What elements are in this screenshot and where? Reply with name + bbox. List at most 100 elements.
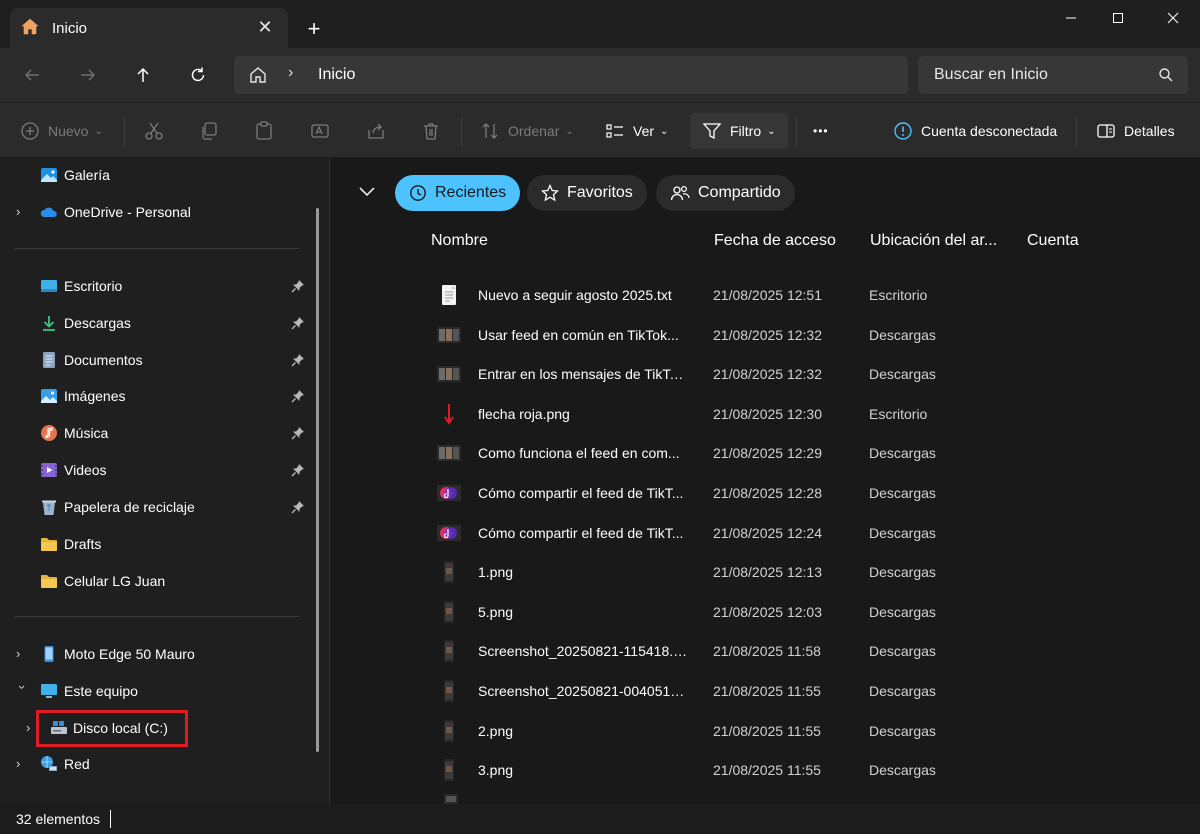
search-box[interactable]: Buscar en Inicio <box>918 56 1188 94</box>
refresh-button[interactable] <box>182 60 214 90</box>
sidebar-divider <box>14 616 299 617</box>
table-row[interactable]: Screenshot_20250821-115418.Ti... 21/08/20… <box>331 631 1200 671</box>
sidebar-item-celular-lg-juan[interactable]: Celular LG Juan <box>0 565 312 597</box>
forward-button[interactable] <box>72 60 104 90</box>
search-input[interactable]: Buscar en Inicio <box>934 66 1048 84</box>
up-button[interactable] <box>127 60 159 90</box>
rename-button[interactable] <box>310 113 330 149</box>
pin-icon[interactable] <box>291 463 305 477</box>
file-date: 21/08/2025 12:29 <box>713 445 822 462</box>
share-button[interactable] <box>366 113 386 149</box>
sidebar-item-onedrive[interactable]: › OneDrive - Personal <box>0 196 312 228</box>
file-date: 21/08/2025 12:03 <box>713 603 822 620</box>
chevron-down-icon: ⌄ <box>767 125 776 137</box>
status-bar: 32 elementos <box>0 804 1200 834</box>
copy-button[interactable] <box>199 113 219 149</box>
details-label: Detalles <box>1124 123 1175 139</box>
pictures-icon <box>41 389 57 403</box>
command-bar: Nuevo ⌄ Ordenar ⌄ Ver ⌄ Filtro ⌄ ••• Cue… <box>0 102 1200 158</box>
chevron-right-icon[interactable]: › <box>288 64 293 82</box>
cut-button[interactable] <box>144 113 164 149</box>
pin-icon[interactable] <box>291 353 305 367</box>
sidebar-item-gallery[interactable]: Galería <box>0 159 312 191</box>
table-row[interactable]: Screenshot_20250821-004051.Ti... 21/08/20… <box>331 671 1200 711</box>
table-row[interactable]: Como funciona el feed en com... 21/08/202… <box>331 433 1200 473</box>
chevron-right-icon[interactable]: › <box>16 756 28 772</box>
maximize-button[interactable] <box>1095 0 1141 36</box>
sidebar-item-videos[interactable]: Videos <box>0 454 312 486</box>
file-name: Cómo compartir el feed de TikT... <box>478 524 684 541</box>
phone-screenshot-icon <box>444 759 454 782</box>
sidebar-item-this-pc[interactable]: › Este equipo <box>0 675 312 707</box>
details-button[interactable]: Detalles <box>1096 113 1175 149</box>
pin-icon[interactable] <box>291 500 305 514</box>
sidebar-scrollbar[interactable] <box>316 208 319 752</box>
desktop-folder-icon <box>41 280 57 292</box>
tab-close-button[interactable]: ✕ <box>254 16 276 38</box>
table-row[interactable]: Usar feed en común en TikTok... 21/08/202… <box>331 315 1200 355</box>
image-thumbnail-icon <box>437 366 461 383</box>
chevron-down-icon[interactable]: › <box>14 685 30 697</box>
pin-icon[interactable] <box>291 426 305 440</box>
arrow-left-icon <box>24 69 39 81</box>
table-row[interactable]: 1.png 21/08/2025 12:13 Descargas <box>331 552 1200 592</box>
table-row[interactable]: flecha roja.png 21/08/2025 12:30 Escritori… <box>331 394 1200 434</box>
text-file-icon <box>442 285 456 305</box>
filter-button[interactable]: Filtro ⌄ <box>690 113 788 149</box>
table-row[interactable]: 3.png 21/08/2025 11:55 Descargas <box>331 750 1200 790</box>
minimize-button[interactable] <box>1048 0 1094 36</box>
sort-button[interactable]: Ordenar ⌄ <box>480 113 574 149</box>
filter-favorites-pill[interactable]: Favoritos <box>527 175 647 211</box>
breadcrumb[interactable]: Inicio <box>318 66 355 84</box>
image-thumbnail-icon <box>437 445 461 462</box>
videos-icon <box>41 463 57 477</box>
sidebar-item-recycle-bin[interactable]: Papelera de reciclaje <box>0 491 312 523</box>
column-header-date[interactable]: Fecha de acceso <box>714 232 836 250</box>
sidebar-item-drafts[interactable]: Drafts <box>0 528 312 560</box>
new-tab-button[interactable]: + <box>302 18 326 42</box>
chevron-down-icon[interactable] <box>357 184 377 198</box>
view-button[interactable]: Ver ⌄ <box>605 113 668 149</box>
sidebar-item-pictures[interactable]: Imágenes <box>0 380 312 412</box>
scissors-icon <box>145 122 163 140</box>
file-date: 21/08/2025 11:55 <box>713 683 821 699</box>
more-options-button[interactable]: ••• <box>813 113 829 149</box>
table-row[interactable]: 5.png 21/08/2025 12:03 Descargas <box>331 592 1200 632</box>
new-button[interactable]: Nuevo ⌄ <box>20 113 103 149</box>
table-row[interactable]: Cómo compartir el feed de TikT... 21/08/2… <box>331 513 1200 553</box>
account-status-button[interactable]: Cuenta desconectada <box>893 113 1057 149</box>
close-window-button[interactable] <box>1150 0 1196 36</box>
sidebar-item-desktop[interactable]: Escritorio <box>0 270 312 302</box>
pin-icon[interactable] <box>291 316 305 330</box>
tiktok-thumbnail-icon <box>437 485 461 501</box>
filter-recent-pill[interactable]: Recientes <box>395 175 521 211</box>
column-header-location[interactable]: Ubicación del ar... <box>870 232 997 250</box>
sidebar-item-label: Imágenes <box>64 388 126 404</box>
tab-inicio[interactable]: Inicio ✕ <box>10 8 288 48</box>
pin-icon[interactable] <box>291 389 305 403</box>
column-header-account[interactable]: Cuenta <box>1027 232 1079 250</box>
chevron-right-icon[interactable]: › <box>16 204 28 220</box>
table-row[interactable]: Nuevo a seguir agosto 2025.txt 21/08/2025… <box>331 275 1200 315</box>
red-highlight-box <box>36 710 188 747</box>
title-bar: Inicio ✕ + <box>0 0 1200 48</box>
sidebar-item-downloads[interactable]: Descargas <box>0 307 312 339</box>
table-row[interactable]: Entrar en los mensajes de TikTo... 21/08/… <box>331 354 1200 394</box>
sidebar-item-moto-edge[interactable]: › Moto Edge 50 Mauro <box>0 638 312 670</box>
file-location: Escritorio <box>869 287 928 303</box>
address-bar[interactable]: › Inicio <box>234 56 908 94</box>
sidebar-item-documents[interactable]: Documentos <box>0 344 312 376</box>
delete-button[interactable] <box>421 113 441 149</box>
trash-icon <box>424 123 438 140</box>
chevron-right-icon[interactable]: › <box>16 646 28 662</box>
column-header-name[interactable]: Nombre <box>431 232 488 250</box>
sidebar-item-network[interactable]: › Red <box>0 748 312 780</box>
paste-button[interactable] <box>254 113 274 149</box>
pin-icon[interactable] <box>291 279 305 293</box>
sidebar-item-music[interactable]: Música <box>0 417 312 449</box>
file-name: Como funciona el feed en com... <box>478 445 680 462</box>
filter-shared-pill[interactable]: Compartido <box>656 175 795 211</box>
back-button[interactable] <box>16 60 48 90</box>
table-row[interactable]: 2.png 21/08/2025 11:55 Descargas <box>331 711 1200 751</box>
table-row[interactable]: Cómo compartir el feed de TikT... 21/08/2… <box>331 473 1200 513</box>
